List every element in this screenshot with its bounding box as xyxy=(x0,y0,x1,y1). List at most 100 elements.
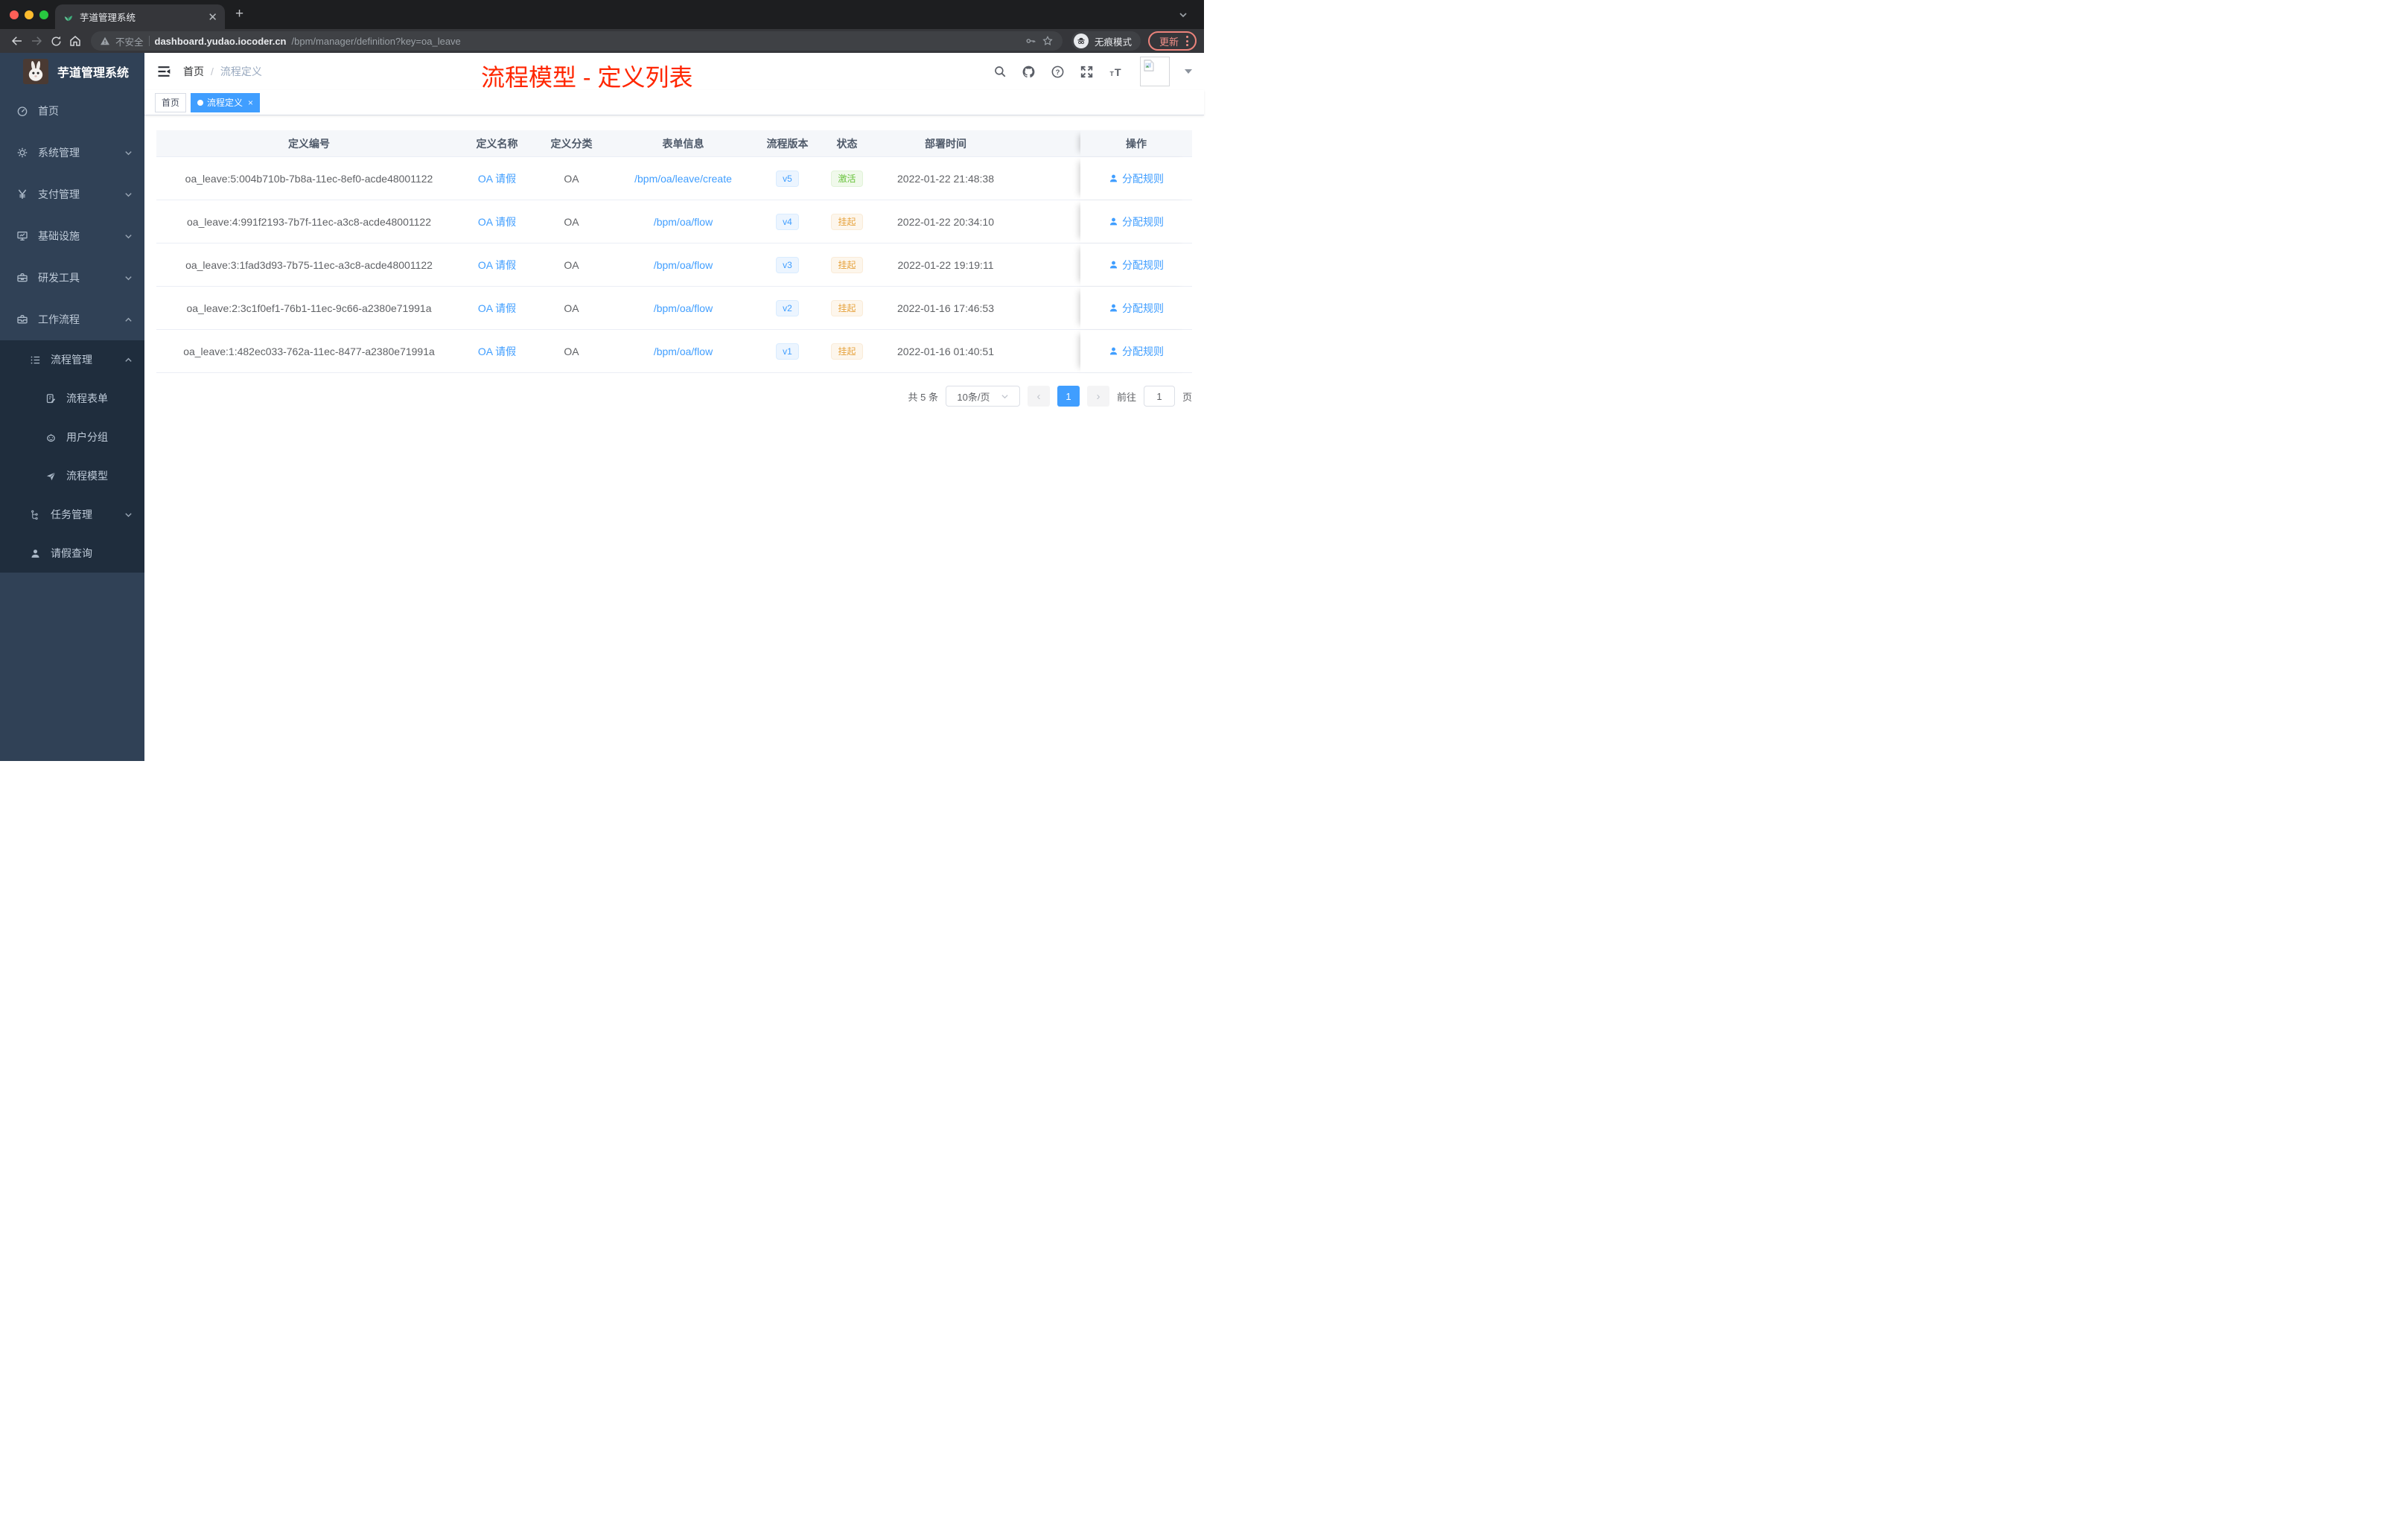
close-window-button[interactable] xyxy=(10,10,19,19)
address-bar[interactable]: 不安全 dashboard.yudao.iocoder.cn/bpm/manag… xyxy=(91,31,1063,51)
definition-name-link[interactable]: OA 请假 xyxy=(478,301,516,316)
version-badge: v4 xyxy=(776,213,799,230)
sidebar-item-label: 工作流程 xyxy=(38,313,80,325)
tab-search-chevron-icon[interactable] xyxy=(1179,10,1188,19)
sidebar-item-label: 基础设施 xyxy=(38,230,80,242)
prev-page-button[interactable]: ‹ xyxy=(1027,386,1050,407)
tag-close-icon[interactable]: × xyxy=(248,98,253,108)
sidebar-item-label: 用户分组 xyxy=(66,431,108,443)
form-link[interactable]: /bpm/oa/leave/create xyxy=(634,173,732,185)
sidebar-item-devtools[interactable]: 研发工具 xyxy=(0,257,144,299)
definition-name-link[interactable]: OA 请假 xyxy=(478,344,516,359)
table-header-row: 定义编号 定义名称 定义分类 表单信息 流程版本 状态 部署时间 操作 xyxy=(156,130,1192,157)
sidebar-item-task-management[interactable]: 任务管理 xyxy=(0,495,144,534)
font-size-icon[interactable]: TT xyxy=(1109,65,1125,79)
select-chevron-icon xyxy=(1001,392,1009,401)
minimize-window-button[interactable] xyxy=(25,10,34,19)
sidebar-item-process-form[interactable]: 流程表单 xyxy=(0,379,144,418)
cell-definition-id: oa_leave:1:482ec033-762a-11ec-8477-a2380… xyxy=(183,345,435,357)
new-tab-button[interactable]: + xyxy=(235,7,243,21)
key-icon[interactable] xyxy=(1025,35,1036,47)
assign-rule-label: 分配规则 xyxy=(1122,302,1164,314)
sidebar-item-leave-query[interactable]: 请假查询 xyxy=(0,534,144,573)
fullscreen-icon[interactable] xyxy=(1080,65,1094,79)
hamburger-icon[interactable] xyxy=(156,64,171,79)
sidebar-item-label: 研发工具 xyxy=(38,272,80,284)
sidebar-item-label: 系统管理 xyxy=(38,147,80,159)
form-link[interactable]: /bpm/oa/flow xyxy=(654,302,713,314)
table-row: oa_leave:1:482ec033-762a-11ec-8477-a2380… xyxy=(156,330,1192,373)
assign-rule-link[interactable]: 分配规则 xyxy=(1109,258,1164,273)
gear-icon xyxy=(16,147,28,159)
svg-text:T: T xyxy=(1115,67,1121,79)
back-icon[interactable] xyxy=(7,31,27,51)
definition-name-link[interactable]: OA 请假 xyxy=(478,214,516,229)
version-badge: v5 xyxy=(776,170,799,187)
page-size-select[interactable]: 10条/页 xyxy=(945,386,1020,407)
assign-rule-link[interactable]: 分配规则 xyxy=(1109,171,1164,186)
status-badge: 挂起 xyxy=(831,343,863,360)
chevron-down-icon xyxy=(124,511,133,519)
sidebar-item-home[interactable]: 首页 xyxy=(0,90,144,132)
definition-table: 定义编号 定义名称 定义分类 表单信息 流程版本 状态 部署时间 操作 oa_l… xyxy=(156,130,1192,373)
toolbox-icon xyxy=(16,272,28,284)
tab-close-icon[interactable]: ✕ xyxy=(208,10,217,24)
security-label[interactable]: 不安全 xyxy=(115,34,144,48)
app-window: 芋道管理系统 首页 系统管理 支付管理 基础设施 研发工具 工作流程 流程管理 … xyxy=(0,53,1204,761)
version-badge: v1 xyxy=(776,343,799,360)
forward-icon[interactable] xyxy=(27,31,46,51)
browser-tab[interactable]: 芋道管理系统 ✕ xyxy=(55,4,225,29)
zoom-window-button[interactable] xyxy=(39,10,48,19)
sidebar-item-system[interactable]: 系统管理 xyxy=(0,132,144,173)
sidebar-item-process-management[interactable]: 流程管理 xyxy=(0,340,144,379)
cell-definition-id: oa_leave:3:1fad3d93-7b75-11ec-a3c8-acde4… xyxy=(185,258,433,271)
github-icon[interactable] xyxy=(1022,65,1036,79)
page-number-1[interactable]: 1 xyxy=(1057,386,1080,407)
app-logo[interactable]: 芋道管理系统 xyxy=(0,53,144,90)
avatar[interactable] xyxy=(1140,57,1170,86)
breadcrumb-home[interactable]: 首页 xyxy=(183,64,204,79)
update-button[interactable]: 更新 xyxy=(1147,31,1197,51)
table-row: oa_leave:4:991f2193-7b7f-11ec-a3c8-acde4… xyxy=(156,200,1192,243)
user-icon xyxy=(30,548,41,559)
tab-title: 芋道管理系统 xyxy=(80,13,136,23)
sidebar-item-workflow[interactable]: 工作流程 xyxy=(0,299,144,340)
reload-icon[interactable] xyxy=(46,31,66,51)
cell-category: OA xyxy=(564,302,579,314)
col-header-form: 表单信息 xyxy=(611,130,756,156)
tag-home[interactable]: 首页 xyxy=(155,92,187,112)
sidebar-item-payment[interactable]: 支付管理 xyxy=(0,173,144,215)
home-icon[interactable] xyxy=(66,31,85,51)
page-unit-label: 页 xyxy=(1182,391,1192,403)
search-icon[interactable] xyxy=(993,65,1007,78)
form-link[interactable]: /bpm/oa/flow xyxy=(654,216,713,228)
browser-tabstrip: 芋道管理系统 ✕ + xyxy=(0,0,1204,29)
definition-name-link[interactable]: OA 请假 xyxy=(478,171,516,186)
assign-rule-link[interactable]: 分配规则 xyxy=(1109,344,1164,359)
pagination: 共 5 条 10条/页 ‹ 1 › 前往 页 xyxy=(156,386,1192,407)
svg-text:?: ? xyxy=(1056,68,1060,76)
bookmark-star-icon[interactable] xyxy=(1042,35,1054,47)
col-header-time: 部署时间 xyxy=(875,130,1016,156)
dashboard-icon xyxy=(16,105,28,117)
sidebar-item-infrastructure[interactable]: 基础设施 xyxy=(0,215,144,257)
col-header-status: 状态 xyxy=(819,130,875,156)
sidebar-item-user-group[interactable]: 用户分组 xyxy=(0,418,144,456)
col-header-actions: 操作 xyxy=(1080,130,1192,156)
goto-label: 前往 xyxy=(1116,391,1136,403)
definition-name-link[interactable]: OA 请假 xyxy=(478,258,516,273)
goto-page-input[interactable] xyxy=(1143,386,1175,407)
tag-process-definition[interactable]: 流程定义 × xyxy=(191,92,261,112)
omnibox-divider xyxy=(148,36,150,46)
sidebar-item-process-model[interactable]: 流程模型 xyxy=(0,456,144,495)
caret-down-icon[interactable] xyxy=(1185,69,1192,74)
assign-rule-link[interactable]: 分配规则 xyxy=(1109,214,1164,229)
form-link[interactable]: /bpm/oa/flow xyxy=(654,259,713,271)
incognito-label: 无痕模式 xyxy=(1094,36,1132,48)
form-link[interactable]: /bpm/oa/flow xyxy=(654,346,713,357)
help-icon[interactable]: ? xyxy=(1051,65,1065,79)
assign-rule-link[interactable]: 分配规则 xyxy=(1109,301,1164,316)
browser-menu-kebab-icon[interactable] xyxy=(1186,36,1188,46)
person-icon xyxy=(1109,174,1118,182)
next-page-button[interactable]: › xyxy=(1086,386,1109,407)
